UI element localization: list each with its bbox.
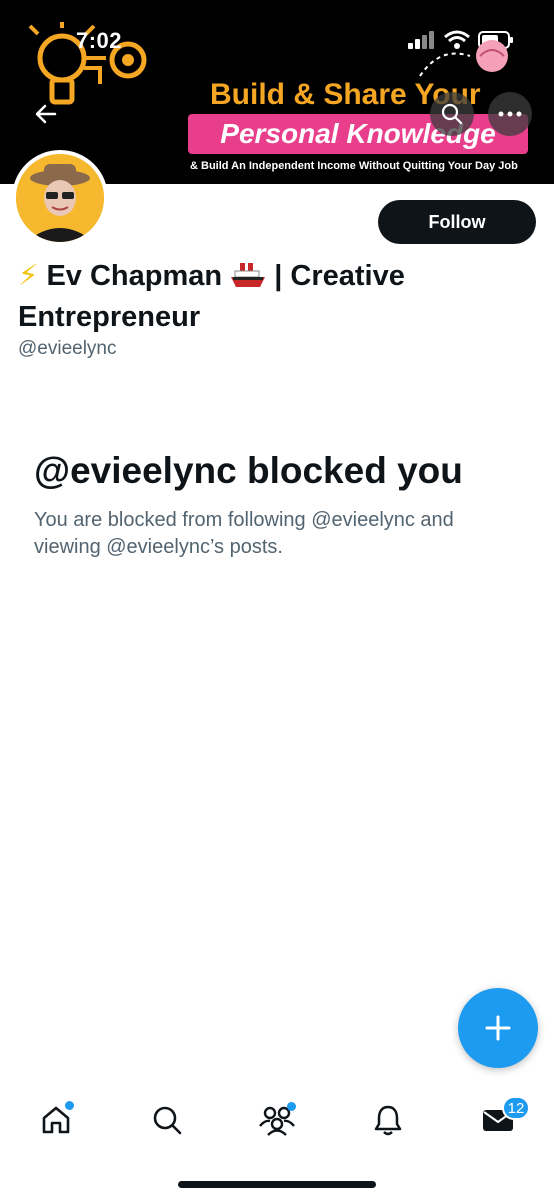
messages-badge: 12 (502, 1096, 530, 1120)
status-time: 7:02 (76, 28, 123, 53)
blocked-description: You are blocked from following @evieelyn… (34, 509, 454, 558)
display-name: ⚡ Ev Chapman | Creative Entrepreneur (18, 258, 538, 336)
profile-photo (16, 154, 104, 242)
compose-post-button[interactable] (458, 988, 538, 1068)
communities-notification-dot (287, 1102, 296, 1111)
bottom-navigation: 12 (0, 1085, 554, 1155)
nav-communities[interactable] (249, 1092, 305, 1148)
blocked-title: @evieelync blocked you (34, 450, 463, 491)
ship-emoji (230, 261, 266, 299)
banner-highlight: Personal Knowledge (188, 114, 528, 154)
search-icon (153, 1106, 181, 1135)
nav-messages[interactable]: 12 (470, 1092, 530, 1148)
search-icon (441, 103, 463, 125)
more-horizontal-icon (498, 111, 522, 117)
nav-search[interactable] (139, 1092, 195, 1148)
home-indicator (178, 1181, 376, 1188)
follow-button[interactable]: Follow (378, 200, 536, 244)
profile-handle: @evieelync (18, 338, 117, 359)
more-options-button[interactable] (488, 92, 532, 136)
home-notification-dot (65, 1101, 74, 1110)
avatar[interactable] (12, 150, 108, 246)
plus-icon (485, 1015, 511, 1041)
back-button[interactable] (28, 96, 64, 132)
lightning-emoji: ⚡ (18, 260, 39, 292)
arrow-left-icon (35, 104, 57, 124)
nav-home[interactable] (28, 1092, 84, 1148)
notifications-icon (374, 1105, 401, 1136)
banner-subline: & Build An Independent Income Without Qu… (190, 160, 518, 172)
nav-notifications[interactable] (360, 1092, 416, 1148)
search-button[interactable] (430, 92, 474, 136)
display-name-part1: Ev Chapman (46, 260, 223, 292)
